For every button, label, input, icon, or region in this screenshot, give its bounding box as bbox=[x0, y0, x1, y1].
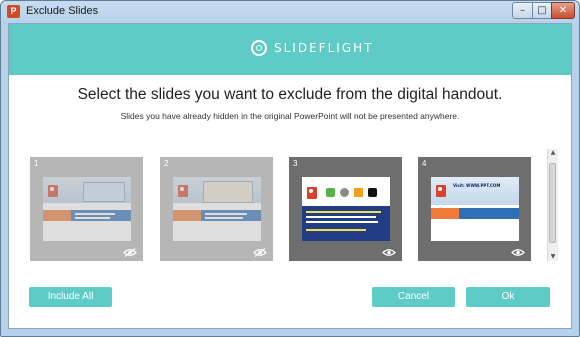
slide-number: 4 bbox=[422, 159, 427, 168]
close-button[interactable]: ✕ bbox=[551, 2, 575, 19]
slide-card-2[interactable]: 2 bbox=[160, 157, 273, 261]
slide-thumbnail bbox=[173, 177, 261, 241]
slide-card-1[interactable]: 1 bbox=[30, 157, 143, 261]
scroll-down-icon[interactable]: ▼ bbox=[548, 253, 558, 261]
ok-button[interactable]: Ok bbox=[466, 287, 550, 307]
eye-icon[interactable] bbox=[511, 248, 525, 257]
title-bar[interactable]: P Exclude Slides – □ ✕ bbox=[1, 1, 579, 23]
exclude-slides-window: P Exclude Slides – □ ✕ SLIDEFLIGHT Selec… bbox=[0, 0, 580, 337]
slide-card-4[interactable]: 4 Visit: WWW.PPT.COM bbox=[418, 157, 531, 261]
slide-number: 2 bbox=[164, 159, 169, 168]
slide-number: 1 bbox=[34, 159, 39, 168]
brand-header: SLIDEFLIGHT bbox=[9, 24, 571, 75]
minimize-icon: – bbox=[520, 5, 525, 16]
slide-number: 3 bbox=[293, 159, 298, 168]
scrollbar-thumb[interactable] bbox=[549, 163, 556, 243]
eye-icon[interactable] bbox=[382, 248, 396, 257]
window-title: Exclude Slides bbox=[26, 5, 99, 17]
eye-slash-icon[interactable] bbox=[253, 248, 267, 257]
slideflight-logo-icon bbox=[251, 40, 267, 56]
slide-list: 1 2 3 4 Visit: WWW.PPT.COM bbox=[9, 149, 571, 269]
maximize-icon: □ bbox=[537, 5, 547, 16]
brand-name: SLIDEFLIGHT bbox=[274, 41, 374, 55]
slide-url-text: Visit: WWW.PPT.COM bbox=[453, 183, 501, 188]
dialog-body: SLIDEFLIGHT Select the slides you want t… bbox=[8, 23, 572, 329]
minimize-button[interactable]: – bbox=[512, 2, 533, 19]
slide-thumbnail bbox=[302, 177, 390, 241]
scroll-up-icon[interactable]: ▲ bbox=[548, 149, 558, 157]
slide-card-3[interactable]: 3 bbox=[289, 157, 402, 261]
maximize-button[interactable]: □ bbox=[532, 2, 552, 19]
eye-slash-icon[interactable] bbox=[123, 248, 137, 257]
slide-thumbnail bbox=[43, 177, 131, 241]
include-all-button[interactable]: Include All bbox=[29, 287, 112, 307]
dialog-subheading: Slides you have already hidden in the or… bbox=[120, 111, 460, 121]
slide-thumbnail: Visit: WWW.PPT.COM bbox=[431, 177, 519, 241]
close-icon: ✕ bbox=[558, 5, 568, 16]
dialog-heading: Select the slides you want to exclude fr… bbox=[77, 86, 503, 103]
cancel-button[interactable]: Cancel bbox=[372, 287, 455, 307]
vertical-scrollbar[interactable]: ▲ ▼ bbox=[547, 149, 558, 261]
powerpoint-icon: P bbox=[7, 5, 20, 18]
